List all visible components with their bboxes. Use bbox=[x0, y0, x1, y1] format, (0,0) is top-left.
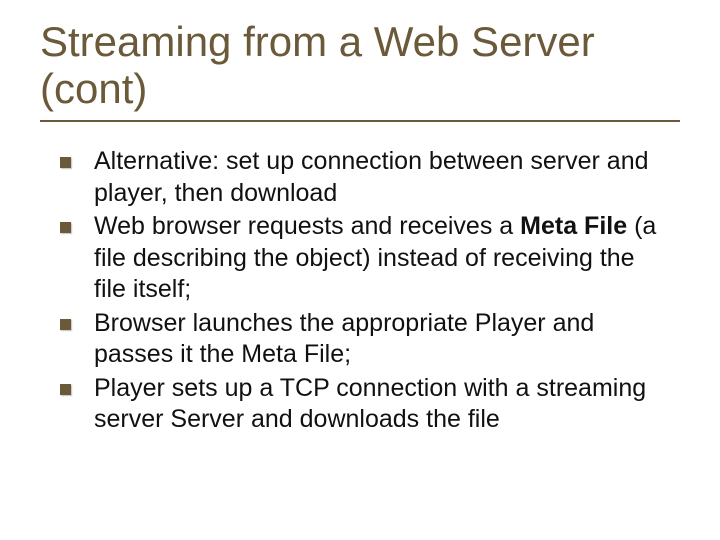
slide: Streaming from a Web Server (cont) Alter… bbox=[0, 0, 720, 540]
bullet-text-pre: Browser launches the appropriate Player … bbox=[94, 309, 594, 369]
bullet-text-pre: Alternative: set up connection between s… bbox=[94, 147, 649, 207]
bullet-text-pre: Web browser requests and receives a bbox=[94, 212, 520, 240]
list-item: Alternative: set up connection between s… bbox=[60, 146, 670, 209]
list-item: Browser launches the appropriate Player … bbox=[60, 308, 670, 371]
page-title: Streaming from a Web Server (cont) bbox=[40, 18, 680, 112]
list-item: Web browser requests and receives a Meta… bbox=[60, 211, 670, 306]
bullet-list: Alternative: set up connection between s… bbox=[40, 146, 680, 436]
bullet-text-bold: Meta File bbox=[520, 212, 627, 240]
list-item: Player sets up a TCP connection with a s… bbox=[60, 373, 670, 436]
title-divider bbox=[40, 120, 680, 122]
bullet-text-pre: Player sets up a TCP connection with a s… bbox=[94, 374, 646, 434]
